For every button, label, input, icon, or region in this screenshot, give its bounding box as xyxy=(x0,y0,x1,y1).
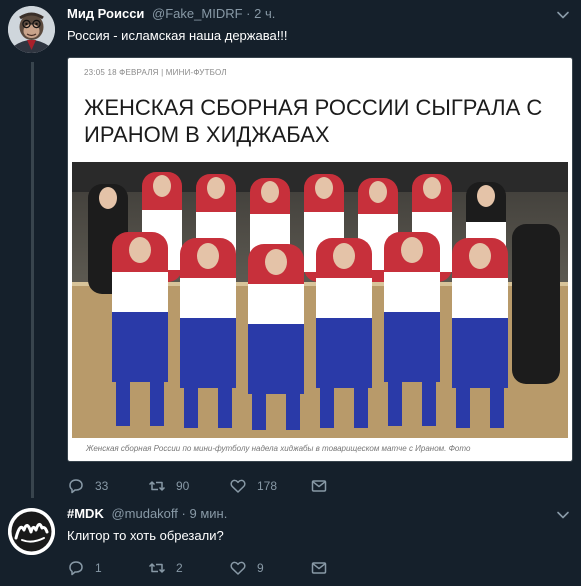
retweet-icon xyxy=(148,481,166,491)
like-button[interactable]: 9 xyxy=(229,558,264,578)
article-meta: 23:05 18 ФЕВРАЛЯ | МИНИ-ФУТБОЛ xyxy=(84,68,227,77)
reply-button[interactable]: 33 xyxy=(67,476,108,496)
reply-button[interactable]: 1 xyxy=(67,558,102,578)
retweet-button[interactable]: 2 xyxy=(148,558,183,578)
team-photo xyxy=(72,162,568,438)
tweet-text: Клитор то хоть обрезали? xyxy=(67,528,224,543)
mdk-logo xyxy=(8,508,55,555)
tweet-actions: 1 2 9 xyxy=(67,558,547,578)
display-name[interactable]: Мид Роисси xyxy=(67,6,144,21)
retweet-count: 90 xyxy=(176,479,190,493)
separator: · xyxy=(181,506,186,521)
photo-caption: Женская сборная России по мини-футболу н… xyxy=(86,444,471,453)
reply-count: 33 xyxy=(95,479,109,493)
tweet-header: #MDK @mudakoff · 9 мин. xyxy=(67,506,227,522)
tweet[interactable]: Мид Роисси @Fake_MIDRF · 2 ч. Россия - и… xyxy=(0,0,581,498)
message-icon xyxy=(311,480,327,492)
display-name[interactable]: #MDK xyxy=(67,506,104,521)
separator: · xyxy=(246,6,251,21)
retweet-count: 2 xyxy=(176,561,183,575)
avatar[interactable] xyxy=(8,6,55,53)
reply-count: 1 xyxy=(95,561,102,575)
timestamp[interactable]: 9 мин. xyxy=(190,506,228,521)
like-button[interactable]: 178 xyxy=(229,476,277,496)
handle[interactable]: @Fake_MIDRF xyxy=(152,6,243,21)
thread-line xyxy=(31,62,34,498)
tweet-actions: 33 90 178 xyxy=(67,476,547,496)
message-button[interactable] xyxy=(310,558,328,578)
reply-icon xyxy=(69,561,83,576)
handle[interactable]: @mudakoff xyxy=(111,506,177,521)
chevron-down-icon[interactable] xyxy=(556,8,570,22)
retweet-button[interactable]: 90 xyxy=(148,476,189,496)
tweet-text: Россия - исламская наша держава!!! xyxy=(67,28,288,43)
chevron-down-icon[interactable] xyxy=(556,508,570,522)
avatar[interactable] xyxy=(8,508,55,555)
like-count: 178 xyxy=(257,479,278,493)
tweet-header: Мид Роисси @Fake_MIDRF · 2 ч. xyxy=(67,6,275,22)
like-icon xyxy=(230,479,246,493)
like-icon xyxy=(230,561,246,575)
message-icon xyxy=(311,562,327,574)
reply-icon xyxy=(69,479,83,494)
article-headline: ЖЕНСКАЯ СБОРНАЯ РОССИИ СЫГРАЛА С ИРАНОМ … xyxy=(84,95,543,147)
timestamp[interactable]: 2 ч. xyxy=(254,6,275,21)
like-count: 9 xyxy=(257,561,264,575)
tweet-media[interactable]: 23:05 18 ФЕВРАЛЯ | МИНИ-ФУТБОЛ ЖЕНСКАЯ С… xyxy=(67,57,573,462)
message-button[interactable] xyxy=(310,476,328,496)
retweet-icon xyxy=(148,563,166,573)
